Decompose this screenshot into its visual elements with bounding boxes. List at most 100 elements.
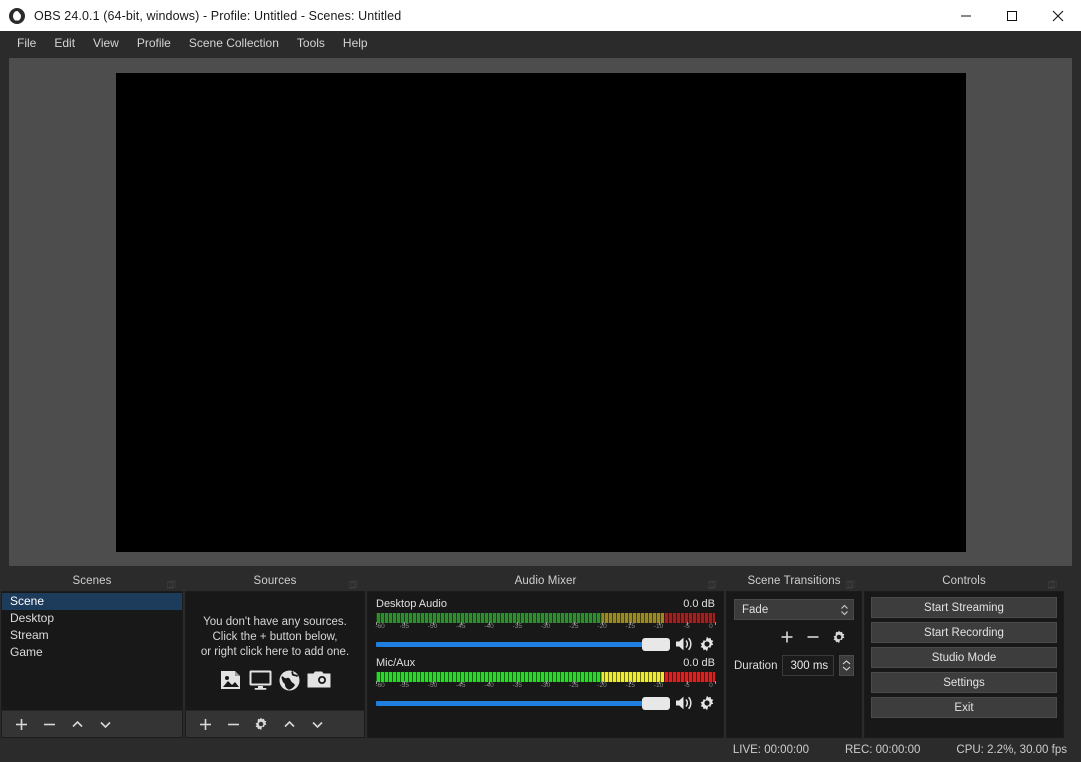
mixer-channel-db: 0.0 dB <box>683 598 715 610</box>
add-source-icon[interactable] <box>192 713 218 735</box>
maximize-icon[interactable] <box>989 0 1035 31</box>
mixer-scale-label: -35 <box>512 623 522 630</box>
obs-logo-icon <box>9 7 25 24</box>
close-icon[interactable] <box>1035 0 1081 31</box>
scenes-dock: Scenes Scene Desktop Stream Game <box>0 570 183 738</box>
mixer-channel-controls <box>376 695 715 711</box>
scenes-list[interactable]: Scene Desktop Stream Game <box>2 592 182 710</box>
scene-list-item[interactable]: Scene <box>2 593 182 610</box>
audio-settings-gear-icon[interactable] <box>699 636 715 652</box>
speaker-on-icon[interactable] <box>675 695 694 711</box>
minimize-icon[interactable] <box>943 0 989 31</box>
status-bar: LIVE: 00:00:00 REC: 00:00:00 CPU: 2.2%, … <box>0 738 1081 762</box>
scenes-dock-title: Scenes <box>72 574 112 587</box>
mixer-scale-label: -40 <box>484 623 494 630</box>
menu-item-scene-collection[interactable]: Scene Collection <box>180 33 288 53</box>
sources-empty-state[interactable]: You don't have any sources. Click the + … <box>186 592 364 710</box>
mixer-scale-label: -40 <box>484 682 494 689</box>
scene-transitions-dock: Scene Transitions Fade Duration 300 ms <box>726 570 862 738</box>
mixer-channel-db: 0.0 dB <box>683 657 715 669</box>
preview-canvas[interactable] <box>115 72 966 552</box>
dock-float-icon[interactable] <box>1047 576 1058 588</box>
remove-transition-icon[interactable] <box>802 627 824 647</box>
mixer-scale-label: -5 <box>683 682 690 689</box>
scene-list-item[interactable]: Desktop <box>2 610 182 627</box>
scenes-dock-body: Scene Desktop Stream Game <box>1 591 183 738</box>
move-source-down-icon[interactable] <box>304 713 330 735</box>
dock-float-icon[interactable] <box>845 576 856 588</box>
mixer-channel-name: Mic/Aux <box>376 657 416 669</box>
mixer-scale-label: -10 <box>653 682 664 689</box>
camera-source-icon <box>307 670 331 691</box>
menu-item-view[interactable]: View <box>84 33 128 53</box>
settings-button[interactable]: Settings <box>871 672 1057 693</box>
menu-bar: File Edit View Profile Scene Collection … <box>0 31 1081 54</box>
menu-item-tools[interactable]: Tools <box>288 33 334 53</box>
volume-slider[interactable] <box>376 637 670 651</box>
status-rec-timer: REC: 00:00:00 <box>844 744 921 756</box>
move-scene-up-icon[interactable] <box>64 713 90 735</box>
mixer-scale-label: -20 <box>597 682 607 689</box>
mixer-scale-label: 0 <box>709 682 713 689</box>
scene-list-item[interactable]: Stream <box>2 627 182 644</box>
controls-dock-header: Controls <box>864 570 1064 591</box>
duration-input[interactable]: 300 ms <box>782 655 834 676</box>
dock-float-icon[interactable] <box>707 576 718 588</box>
mixer-scale-label: -20 <box>597 623 607 630</box>
mixer-scale-label: -35 <box>512 682 522 689</box>
mixer-scale-label: -60 <box>375 682 385 689</box>
mixer-scale-label: -30 <box>540 623 551 630</box>
controls-dock-title: Controls <box>942 574 986 587</box>
mixer-scale: -60 -55 -50 -45 -40 -35 -30 -25 -20 -15 -10 -5 0 <box>375 622 716 633</box>
scene-transitions-body: Fade Duration 300 ms <box>726 591 862 738</box>
transition-select[interactable]: Fade <box>734 599 854 620</box>
obs-main-window: OBS 24.0.1 (64-bit, windows) - Profile: … <box>0 0 1081 762</box>
move-source-up-icon[interactable] <box>276 713 302 735</box>
mixer-scale-tick <box>715 681 716 684</box>
sources-empty-line: Click the + button below, <box>212 631 338 643</box>
mixer-scale-label: -55 <box>399 682 409 689</box>
menu-item-file[interactable]: File <box>8 33 45 53</box>
studio-mode-button[interactable]: Studio Mode <box>871 647 1057 668</box>
scenes-toolbar <box>2 710 182 737</box>
mixer-scale-label: -10 <box>653 623 664 630</box>
controls-dock: Controls Start Streaming Start Recording… <box>864 570 1064 738</box>
sources-empty-line: or right click here to add one. <box>200 646 350 658</box>
start-recording-button[interactable]: Start Recording <box>871 622 1057 643</box>
mixer-channel-name: Desktop Audio <box>376 598 447 610</box>
transition-properties-gear-icon[interactable] <box>828 627 850 647</box>
mixer-scale-label: -25 <box>569 623 579 630</box>
start-streaming-button[interactable]: Start Streaming <box>871 597 1057 618</box>
preview-area[interactable] <box>9 58 1072 566</box>
volume-slider[interactable] <box>376 696 670 710</box>
menu-item-edit[interactable]: Edit <box>45 33 84 53</box>
mixer-scale-label: -5 <box>683 623 690 630</box>
duration-value: 300 ms <box>790 659 829 672</box>
move-scene-down-icon[interactable] <box>92 713 118 735</box>
title-bar: OBS 24.0.1 (64-bit, windows) - Profile: … <box>0 0 1081 31</box>
dock-float-icon[interactable] <box>166 576 177 588</box>
audio-mixer-body: Desktop Audio 0.0 dB -60 -55 -5 0 -45 -40 -35 -… <box>367 591 724 738</box>
remove-source-icon[interactable] <box>220 713 246 735</box>
status-live-timer: LIVE: 00:00:00 <box>732 744 809 756</box>
spinner-updown-icon[interactable] <box>839 655 854 676</box>
audio-settings-gear-icon[interactable] <box>699 695 715 711</box>
duration-row: Duration 300 ms <box>734 655 854 676</box>
mixer-scale-label: -45 <box>456 682 466 689</box>
exit-button[interactable]: Exit <box>871 697 1057 718</box>
status-cpu-fps: CPU: 2.2%, 30.00 fps <box>956 744 1067 756</box>
mixer-scale-label: -30 <box>540 682 551 689</box>
remove-scene-icon[interactable] <box>36 713 62 735</box>
sources-empty-line: You don't have any sources. <box>203 616 347 628</box>
dock-float-icon[interactable] <box>348 576 359 588</box>
add-transition-icon[interactable] <box>776 627 798 647</box>
transition-buttons <box>734 627 854 647</box>
speaker-on-icon[interactable] <box>675 636 694 652</box>
mixer-scale-tick <box>715 622 716 625</box>
mixer-channel: Mic/Aux 0.0 dB -60 -55 -50 -45 -40 -35 -30 -25-… <box>375 657 716 711</box>
menu-item-profile[interactable]: Profile <box>128 33 180 53</box>
source-properties-gear-icon[interactable] <box>248 713 274 735</box>
menu-item-help[interactable]: Help <box>334 33 377 53</box>
add-scene-icon[interactable] <box>8 713 34 735</box>
scene-list-item[interactable]: Game <box>2 644 182 661</box>
